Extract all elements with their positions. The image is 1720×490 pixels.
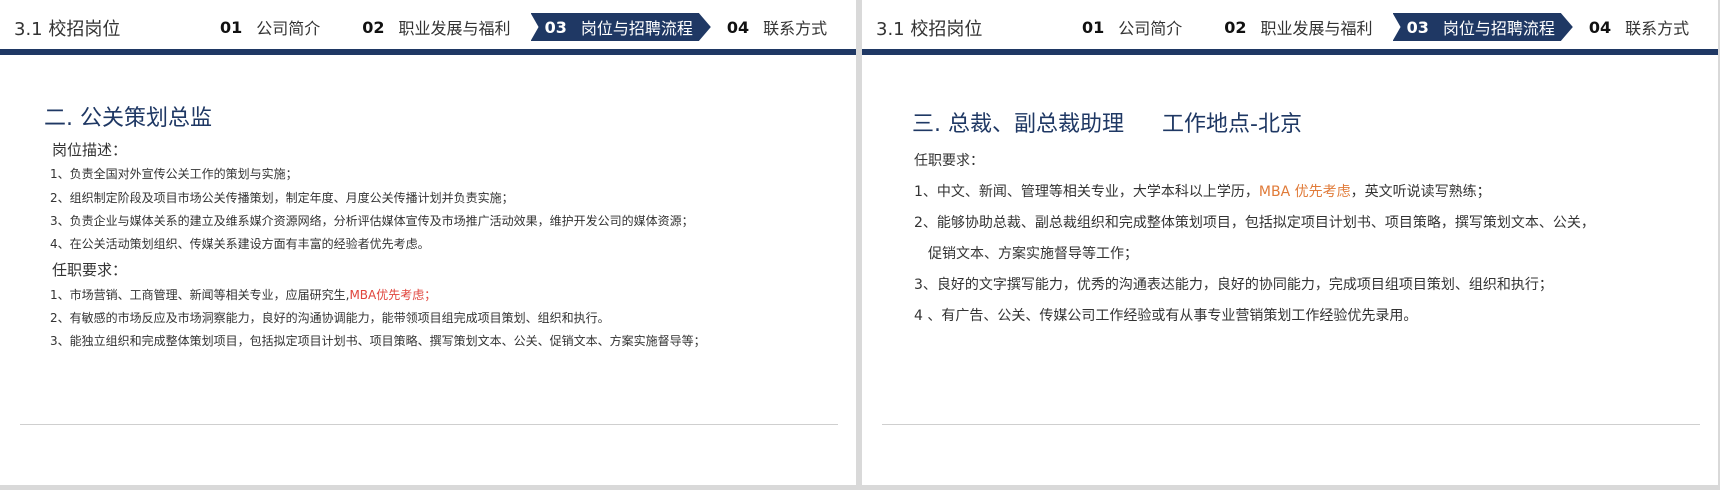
requirement-item: 3、良好的文字撰写能力，优秀的沟通表达能力，良好的协同能力，完成项目组项目策划、…	[914, 277, 1553, 293]
description-item: 4、在公关活动策划组织、传媒关系建设方面有丰富的经验者优先考虑。	[50, 237, 430, 251]
nav-number: 03	[1406, 17, 1429, 37]
section-label: 3.1 校招岗位	[14, 19, 121, 40]
requirement-text: ，英文听说读写熟练；	[1350, 184, 1491, 200]
requirement-highlight: MBA 优先考虑	[1258, 184, 1351, 200]
slide-header: 3.1 校招岗位 01 公司简介 02 职业发展与福利 03 岗位与招聘流程 0…	[0, 0, 856, 55]
nav-number: 01	[1082, 17, 1105, 37]
requirement-item-continued: 促销文本、方案实施督导等工作；	[928, 246, 1138, 262]
description-item: 3、负责企业与媒体关系的建立及维系媒介资源网络，分析评估媒体宣传及市场推广活动效…	[50, 214, 694, 228]
nav-item-company[interactable]: 01 公司简介	[220, 13, 332, 41]
requirements-heading: 任职要求：	[52, 261, 128, 279]
header-bar	[0, 49, 856, 55]
nav-item-contact[interactable]: 04 联系方式	[727, 13, 839, 41]
requirement-text: 1、市场营销、工商管理、新闻等相关专业，应届研究生,	[50, 288, 350, 302]
slide-header: 3.1 校招岗位 01 公司简介 02 职业发展与福利 03 岗位与招聘流程 0…	[862, 0, 1718, 55]
nav-number: 01	[220, 17, 243, 37]
requirement-item: 1、市场营销、工商管理、新闻等相关专业，应届研究生,MBA优先考虑；	[50, 286, 436, 303]
nav-label: 岗位与招聘流程	[580, 19, 693, 38]
nav-label: 公司简介	[256, 19, 321, 38]
slide-right: 3.1 校招岗位 01 公司简介 02 职业发展与福利 03 岗位与招聘流程 0…	[862, 0, 1718, 485]
description-item: 1、负责全国对外宣传公关工作的策划与实施；	[50, 167, 298, 181]
nav-item-career[interactable]: 02 职业发展与福利	[362, 13, 522, 41]
requirement-item: 1、中文、新闻、管理等相关专业，大学本科以上学历，MBA 优先考虑，英文听说读写…	[914, 181, 1491, 201]
nav-item-contact[interactable]: 04 联系方式	[1589, 13, 1701, 41]
nav-number: 02	[362, 17, 385, 37]
requirement-highlight: MBA优先考虑；	[349, 288, 437, 302]
nav-label: 联系方式	[1625, 19, 1690, 38]
nav-item-positions[interactable]: 03 岗位与招聘流程	[1393, 13, 1573, 41]
nav-item-career[interactable]: 02 职业发展与福利	[1224, 13, 1384, 41]
position-name: 三. 总裁、副总裁助理	[912, 112, 1124, 137]
section-nav: 01 公司简介 02 职业发展与福利 03 岗位与招聘流程 04 联系方式	[220, 13, 839, 41]
section-label: 3.1 校招岗位	[876, 19, 983, 40]
nav-label: 职业发展与福利	[1260, 19, 1373, 38]
nav-number: 04	[1588, 17, 1612, 37]
bottom-divider	[882, 424, 1700, 425]
work-location: 工作地点-北京	[1162, 112, 1302, 137]
slide-left: 3.1 校招岗位 01 公司简介 02 职业发展与福利 03 岗位与招聘流程 0…	[0, 0, 856, 485]
nav-label: 联系方式	[763, 19, 828, 38]
section-nav: 01 公司简介 02 职业发展与福利 03 岗位与招聘流程 04 联系方式	[1082, 13, 1701, 41]
requirements-heading: 任职要求：	[914, 153, 984, 169]
nav-number: 03	[544, 17, 567, 37]
bottom-divider	[20, 424, 838, 425]
requirement-item: 2、有敏感的市场反应及市场洞察能力，良好的沟通协调能力，能带领项目组完成项目策划…	[50, 311, 610, 325]
nav-label: 公司简介	[1118, 19, 1183, 38]
position-title: 二. 公关策划总监	[44, 106, 212, 131]
header-bar	[862, 49, 1718, 55]
nav-number: 02	[1224, 17, 1247, 37]
nav-label: 职业发展与福利	[398, 19, 511, 38]
nav-label: 岗位与招聘流程	[1442, 19, 1555, 38]
requirement-item: 3、能独立组织和完成整体策划项目，包括拟定项目计划书、项目策略、撰写策划文本、公…	[50, 334, 706, 348]
description-heading: 岗位描述：	[52, 141, 128, 159]
requirement-text: 1、中文、新闻、管理等相关专业，大学本科以上学历，	[914, 184, 1259, 200]
position-title: 三. 总裁、副总裁助理 工作地点-北京	[912, 106, 1302, 138]
nav-item-company[interactable]: 01 公司简介	[1082, 13, 1194, 41]
description-item: 2、组织制定阶段及项目市场公关传播策划，制定年度、月度公关传播计划并负责实施；	[50, 191, 514, 205]
requirement-item: 4 、有广告、公关、传媒公司工作经验或有从事专业营销策划工作经验优先录用。	[914, 308, 1418, 324]
nav-item-positions[interactable]: 03 岗位与招聘流程	[531, 13, 711, 41]
requirement-item: 2、能够协助总裁、副总裁组织和完成整体策划项目，包括拟定项目计划书、项目策略，撰…	[914, 215, 1595, 231]
nav-number: 04	[726, 17, 750, 37]
